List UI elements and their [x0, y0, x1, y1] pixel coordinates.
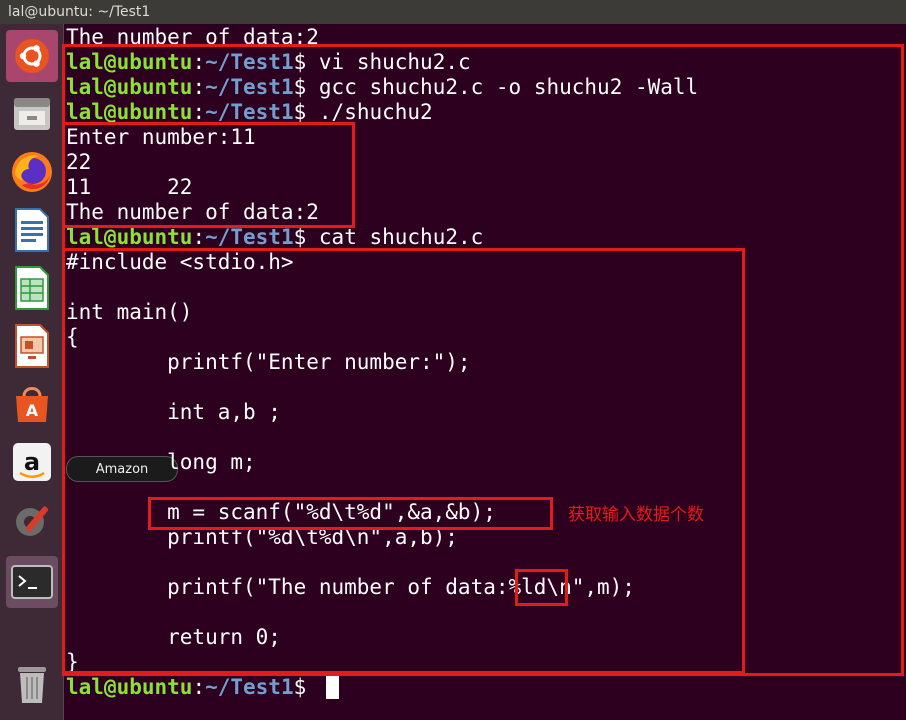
annotation-box-output — [62, 122, 355, 228]
files-icon[interactable] — [6, 88, 58, 140]
svg-text:a: a — [24, 448, 40, 476]
terminal-cursor — [326, 676, 339, 699]
libreoffice-impress-icon[interactable] — [6, 320, 58, 372]
ubuntu-dash-icon[interactable] — [6, 30, 58, 82]
amazon-icon[interactable]: a — [6, 436, 58, 488]
firefox-icon[interactable] — [6, 146, 58, 198]
libreoffice-writer-icon[interactable] — [6, 204, 58, 256]
libreoffice-calc-icon[interactable] — [6, 262, 58, 314]
system-settings-icon[interactable] — [6, 494, 58, 546]
terminal-icon[interactable] — [6, 556, 58, 608]
annotation-box-format — [515, 569, 568, 606]
annotation-label: 获取输入数据个数 — [568, 505, 704, 525]
annotation-box-scanf — [148, 497, 553, 530]
window-title: lal@ubuntu: ~/Test1 — [0, 0, 906, 24]
svg-text:A: A — [26, 401, 39, 420]
annotation-box-source — [62, 248, 745, 674]
prompt-line: lal@ubuntu:~/Test1$ — [66, 675, 307, 699]
trash-icon[interactable] — [6, 658, 58, 710]
launcher: A a — [0, 24, 64, 720]
software-center-icon[interactable]: A — [6, 378, 58, 430]
